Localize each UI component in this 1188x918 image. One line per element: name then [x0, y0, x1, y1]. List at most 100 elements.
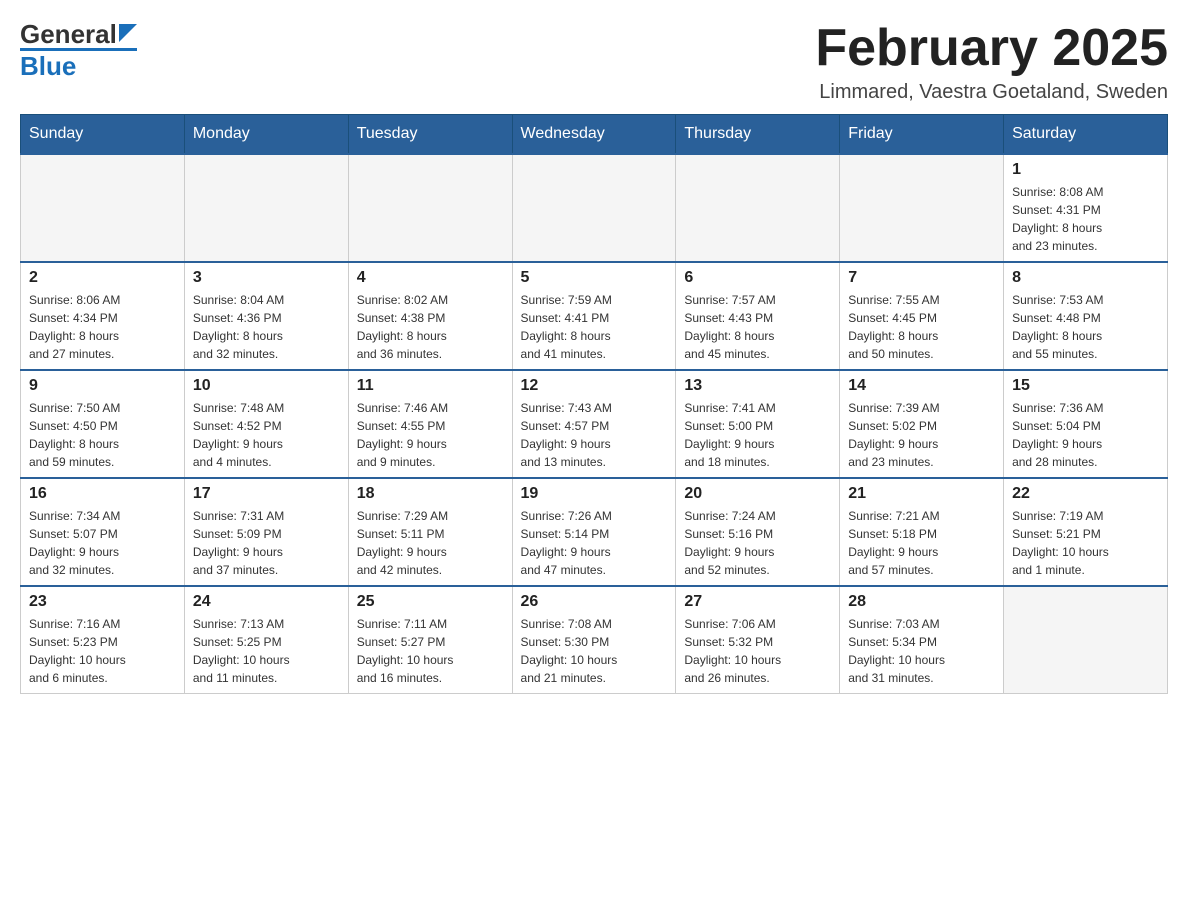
day-info: Sunrise: 8:04 AM Sunset: 4:36 PM Dayligh… [193, 291, 340, 363]
logo-top: General [20, 20, 137, 48]
day-number: 25 [357, 593, 504, 611]
day-number: 27 [684, 593, 831, 611]
day-info: Sunrise: 7:39 AM Sunset: 5:02 PM Dayligh… [848, 399, 995, 471]
location-text: Limmared, Vaestra Goetaland, Sweden [815, 81, 1168, 104]
day-number: 9 [29, 377, 176, 395]
calendar-cell: 15Sunrise: 7:36 AM Sunset: 5:04 PM Dayli… [1004, 370, 1168, 478]
week-row-2: 2Sunrise: 8:06 AM Sunset: 4:34 PM Daylig… [21, 262, 1168, 370]
col-sunday: Sunday [21, 115, 185, 155]
day-info: Sunrise: 7:50 AM Sunset: 4:50 PM Dayligh… [29, 399, 176, 471]
calendar-cell: 4 Sunrise: 8:02 AM Sunset: 4:38 PM Daylig… [348, 262, 512, 370]
col-thursday: Thursday [676, 115, 840, 155]
calendar-cell: 6 Sunrise: 7:57 AM Sunset: 4:43 PM Daylig… [676, 262, 840, 370]
calendar-cell: 9 Sunrise: 7:50 AM Sunset: 4:50 PM Daylig… [21, 370, 185, 478]
day-number: 5 [521, 269, 668, 287]
day-number: 24 [193, 593, 340, 611]
day-info: Sunrise: 7:06 AM Sunset: 5:32 PM Dayligh… [684, 615, 831, 687]
calendar-cell: 24 Sunrise: 7:13 AM Sunset: 5:25 PM Dayli… [184, 586, 348, 694]
day-info: Sunrise: 7:57 AM Sunset: 4:43 PM Dayligh… [684, 291, 831, 363]
day-number: 23 [29, 593, 176, 611]
day-info: Sunrise: 8:02 AM Sunset: 4:38 PM Dayligh… [357, 291, 504, 363]
month-title: February 2025 [815, 20, 1168, 77]
day-info: Sunrise: 7:46 AM Sunset: 4:55 PM Dayligh… [357, 399, 504, 471]
day-info: Sunrise: 7:11 AM Sunset: 5:27 PM Dayligh… [357, 615, 504, 687]
calendar-cell: 3 Sunrise: 8:04 AM Sunset: 4:36 PM Daylig… [184, 262, 348, 370]
day-number: 21 [848, 485, 995, 503]
col-wednesday: Wednesday [512, 115, 676, 155]
day-info: Sunrise: 7:34 AM Sunset: 5:07 PM Dayligh… [29, 507, 176, 579]
week-row-1: 1 Sunrise: 8:08 AM Sunset: 4:31 PM Daylig… [21, 154, 1168, 262]
col-monday: Monday [184, 115, 348, 155]
calendar-cell: 17 Sunrise: 7:31 AM Sunset: 5:09 PM Dayli… [184, 478, 348, 586]
day-number: 17 [193, 485, 340, 503]
calendar-cell: 13 Sunrise: 7:41 AM Sunset: 5:00 PM Dayli… [676, 370, 840, 478]
calendar-cell: 2Sunrise: 8:06 AM Sunset: 4:34 PM Daylig… [21, 262, 185, 370]
day-info: Sunrise: 7:19 AM Sunset: 5:21 PM Dayligh… [1012, 507, 1159, 579]
calendar-cell: 10 Sunrise: 7:48 AM Sunset: 4:52 PM Dayli… [184, 370, 348, 478]
calendar-cell: 18 Sunrise: 7:29 AM Sunset: 5:11 PM Dayli… [348, 478, 512, 586]
week-row-4: 16Sunrise: 7:34 AM Sunset: 5:07 PM Dayli… [21, 478, 1168, 586]
calendar-cell: 8Sunrise: 7:53 AM Sunset: 4:48 PM Daylig… [1004, 262, 1168, 370]
calendar-cell: 11 Sunrise: 7:46 AM Sunset: 4:55 PM Dayli… [348, 370, 512, 478]
calendar-cell: 21 Sunrise: 7:21 AM Sunset: 5:18 PM Dayli… [840, 478, 1004, 586]
day-number: 2 [29, 269, 176, 287]
calendar-cell: 7Sunrise: 7:55 AM Sunset: 4:45 PM Daylig… [840, 262, 1004, 370]
calendar-cell: 20 Sunrise: 7:24 AM Sunset: 5:16 PM Dayli… [676, 478, 840, 586]
calendar-cell [1004, 586, 1168, 694]
calendar-table: Sunday Monday Tuesday Wednesday Thursday… [20, 114, 1168, 694]
calendar-cell [840, 154, 1004, 262]
calendar-cell [512, 154, 676, 262]
day-info: Sunrise: 7:48 AM Sunset: 4:52 PM Dayligh… [193, 399, 340, 471]
day-info: Sunrise: 7:31 AM Sunset: 5:09 PM Dayligh… [193, 507, 340, 579]
col-saturday: Saturday [1004, 115, 1168, 155]
calendar-cell: 23 Sunrise: 7:16 AM Sunset: 5:23 PM Dayli… [21, 586, 185, 694]
day-number: 14 [848, 377, 995, 395]
week-row-5: 23 Sunrise: 7:16 AM Sunset: 5:23 PM Dayli… [21, 586, 1168, 694]
title-block: February 2025 Limmared, Vaestra Goetalan… [815, 20, 1168, 104]
day-info: Sunrise: 7:55 AM Sunset: 4:45 PM Dayligh… [848, 291, 995, 363]
logo: General Blue [20, 20, 137, 79]
col-friday: Friday [840, 115, 1004, 155]
day-number: 22 [1012, 485, 1159, 503]
day-number: 28 [848, 593, 995, 611]
day-info: Sunrise: 7:13 AM Sunset: 5:25 PM Dayligh… [193, 615, 340, 687]
day-info: Sunrise: 7:43 AM Sunset: 4:57 PM Dayligh… [521, 399, 668, 471]
calendar-cell: 5 Sunrise: 7:59 AM Sunset: 4:41 PM Daylig… [512, 262, 676, 370]
day-number: 26 [521, 593, 668, 611]
day-info: Sunrise: 7:41 AM Sunset: 5:00 PM Dayligh… [684, 399, 831, 471]
day-number: 3 [193, 269, 340, 287]
day-number: 6 [684, 269, 831, 287]
day-number: 13 [684, 377, 831, 395]
day-info: Sunrise: 7:29 AM Sunset: 5:11 PM Dayligh… [357, 507, 504, 579]
day-info: Sunrise: 8:08 AM Sunset: 4:31 PM Dayligh… [1012, 183, 1159, 255]
day-info: Sunrise: 7:16 AM Sunset: 5:23 PM Dayligh… [29, 615, 176, 687]
day-info: Sunrise: 7:21 AM Sunset: 5:18 PM Dayligh… [848, 507, 995, 579]
calendar-cell: 14 Sunrise: 7:39 AM Sunset: 5:02 PM Dayli… [840, 370, 1004, 478]
logo-name: General Blue [20, 20, 137, 79]
calendar-cell: 12 Sunrise: 7:43 AM Sunset: 4:57 PM Dayli… [512, 370, 676, 478]
day-info: Sunrise: 7:59 AM Sunset: 4:41 PM Dayligh… [521, 291, 668, 363]
calendar-cell: 16Sunrise: 7:34 AM Sunset: 5:07 PM Dayli… [21, 478, 185, 586]
day-number: 18 [357, 485, 504, 503]
day-number: 4 [357, 269, 504, 287]
calendar-cell: 22 Sunrise: 7:19 AM Sunset: 5:21 PM Dayli… [1004, 478, 1168, 586]
day-number: 10 [193, 377, 340, 395]
calendar-cell [348, 154, 512, 262]
day-info: Sunrise: 7:36 AM Sunset: 5:04 PM Dayligh… [1012, 399, 1159, 471]
col-tuesday: Tuesday [348, 115, 512, 155]
calendar-cell: 28Sunrise: 7:03 AM Sunset: 5:34 PM Dayli… [840, 586, 1004, 694]
logo-bottom-text: Blue [20, 48, 137, 79]
day-number: 20 [684, 485, 831, 503]
logo-top-text: General [20, 21, 117, 47]
day-info: Sunrise: 7:53 AM Sunset: 4:48 PM Dayligh… [1012, 291, 1159, 363]
day-info: Sunrise: 7:26 AM Sunset: 5:14 PM Dayligh… [521, 507, 668, 579]
day-number: 11 [357, 377, 504, 395]
weekday-header-row: Sunday Monday Tuesday Wednesday Thursday… [21, 115, 1168, 155]
day-number: 19 [521, 485, 668, 503]
day-number: 12 [521, 377, 668, 395]
calendar-cell [21, 154, 185, 262]
calendar-cell: 27 Sunrise: 7:06 AM Sunset: 5:32 PM Dayli… [676, 586, 840, 694]
week-row-3: 9 Sunrise: 7:50 AM Sunset: 4:50 PM Daylig… [21, 370, 1168, 478]
day-info: Sunrise: 7:24 AM Sunset: 5:16 PM Dayligh… [684, 507, 831, 579]
day-number: 1 [1012, 161, 1159, 179]
